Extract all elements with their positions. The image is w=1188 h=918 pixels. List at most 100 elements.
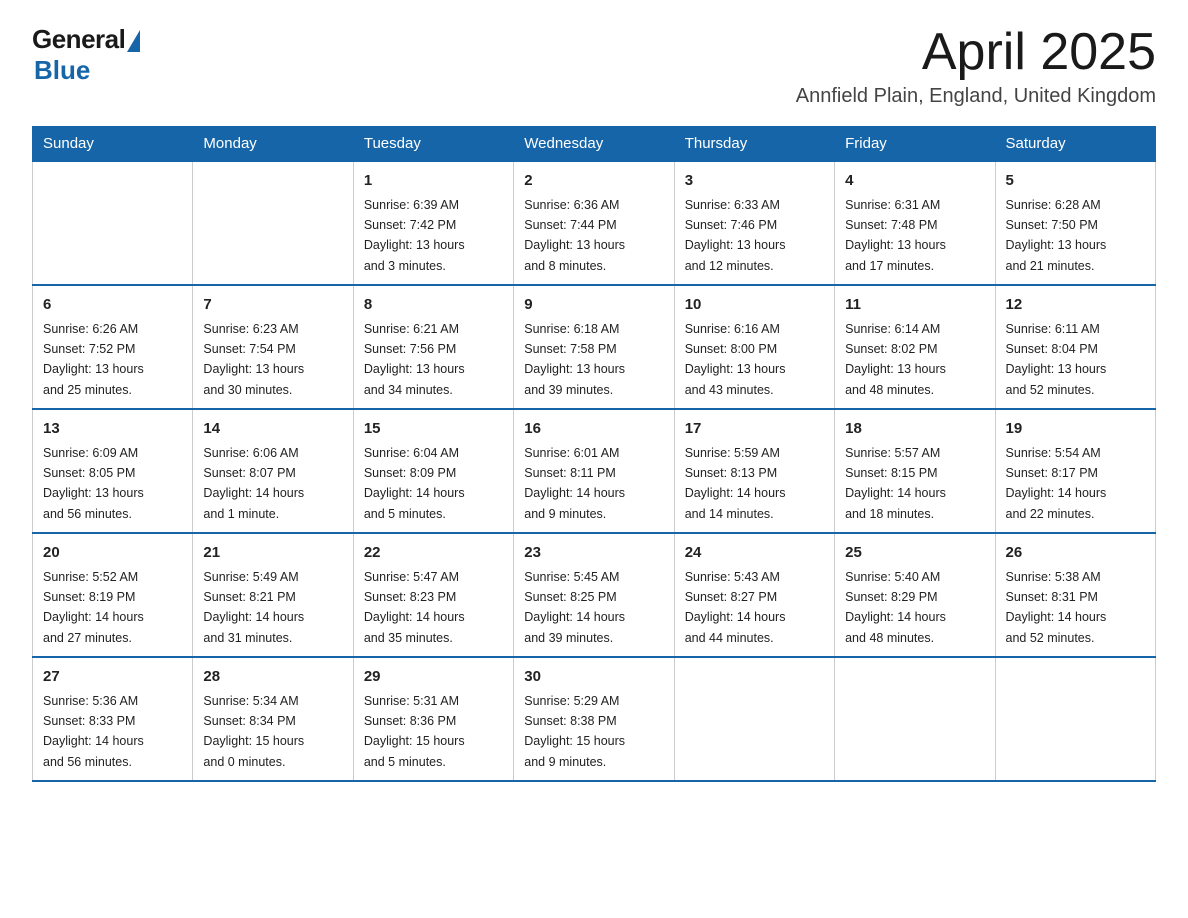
day-info: Sunrise: 6:01 AMSunset: 8:11 PMDaylight:…: [524, 446, 625, 521]
calendar-cell: 17Sunrise: 5:59 AMSunset: 8:13 PMDayligh…: [674, 409, 834, 533]
calendar-cell: 23 Sunrise: 5:45 AMSunset: 8:25 PMDayligh…: [514, 533, 674, 657]
day-info: Sunrise: 5:38 AMSunset: 8:31 PMDaylight:…: [1006, 570, 1107, 645]
calendar-cell: 22Sunrise: 5:47 AMSunset: 8:23 PMDayligh…: [353, 533, 513, 657]
calendar-cell: 8Sunrise: 6:21 AMSunset: 7:56 PMDaylight…: [353, 285, 513, 409]
calendar-cell: 16 Sunrise: 6:01 AMSunset: 8:11 PMDayligh…: [514, 409, 674, 533]
calendar-cell: 29 Sunrise: 5:31 AMSunset: 8:36 PMDayligh…: [353, 657, 513, 781]
day-info: Sunrise: 5:59 AMSunset: 8:13 PMDaylight:…: [685, 446, 786, 521]
calendar-header-friday: Friday: [835, 127, 995, 162]
page-title: April 2025: [796, 24, 1156, 81]
calendar-header-row: SundayMondayTuesdayWednesdayThursdayFrid…: [33, 127, 1156, 162]
day-info: Sunrise: 6:28 AMSunset: 7:50 PMDaylight:…: [1006, 198, 1107, 273]
day-number: 23: [524, 542, 663, 565]
day-info: Sunrise: 5:45 AMSunset: 8:25 PMDaylight:…: [524, 570, 625, 645]
calendar-cell: [33, 161, 193, 285]
calendar-cell: 3Sunrise: 6:33 AMSunset: 7:46 PMDaylight…: [674, 161, 834, 285]
day-number: 3: [685, 170, 824, 193]
day-info: Sunrise: 6:26 AMSunset: 7:52 PMDaylight:…: [43, 322, 144, 397]
day-number: 13: [43, 418, 182, 441]
calendar-week-row: 6Sunrise: 6:26 AMSunset: 7:52 PMDaylight…: [33, 285, 1156, 409]
calendar-cell: 4Sunrise: 6:31 AMSunset: 7:48 PMDaylight…: [835, 161, 995, 285]
calendar-header-sunday: Sunday: [33, 127, 193, 162]
calendar-cell: 1 Sunrise: 6:39 AMSunset: 7:42 PMDaylight…: [353, 161, 513, 285]
day-number: 29: [364, 666, 503, 689]
day-number: 16: [524, 418, 663, 441]
day-number: 30: [524, 666, 663, 689]
day-number: 12: [1006, 294, 1145, 317]
calendar-cell: 14Sunrise: 6:06 AMSunset: 8:07 PMDayligh…: [193, 409, 353, 533]
day-number: 24: [685, 542, 824, 565]
day-info: Sunrise: 5:29 AMSunset: 8:38 PMDaylight:…: [524, 694, 625, 769]
day-info: Sunrise: 6:14 AMSunset: 8:02 PMDaylight:…: [845, 322, 946, 397]
day-number: 2: [524, 170, 663, 193]
day-number: 27: [43, 666, 182, 689]
day-number: 11: [845, 294, 984, 317]
calendar-cell: 15Sunrise: 6:04 AMSunset: 8:09 PMDayligh…: [353, 409, 513, 533]
day-number: 9: [524, 294, 663, 317]
calendar-header-thursday: Thursday: [674, 127, 834, 162]
calendar-cell: 12 Sunrise: 6:11 AMSunset: 8:04 PMDayligh…: [995, 285, 1155, 409]
day-info: Sunrise: 5:47 AMSunset: 8:23 PMDaylight:…: [364, 570, 465, 645]
calendar-header-saturday: Saturday: [995, 127, 1155, 162]
day-number: 5: [1006, 170, 1145, 193]
calendar-cell: 30 Sunrise: 5:29 AMSunset: 8:38 PMDayligh…: [514, 657, 674, 781]
day-info: Sunrise: 6:11 AMSunset: 8:04 PMDaylight:…: [1006, 322, 1107, 397]
calendar-cell: 10 Sunrise: 6:16 AMSunset: 8:00 PMDayligh…: [674, 285, 834, 409]
logo: General Blue: [32, 24, 140, 86]
calendar-cell: 18 Sunrise: 5:57 AMSunset: 8:15 PMDayligh…: [835, 409, 995, 533]
day-info: Sunrise: 5:52 AMSunset: 8:19 PMDaylight:…: [43, 570, 144, 645]
calendar-table: SundayMondayTuesdayWednesdayThursdayFrid…: [32, 126, 1156, 782]
calendar-cell: 9 Sunrise: 6:18 AMSunset: 7:58 PMDaylight…: [514, 285, 674, 409]
logo-triangle-icon: [127, 30, 140, 52]
calendar-cell: 26 Sunrise: 5:38 AMSunset: 8:31 PMDayligh…: [995, 533, 1155, 657]
day-info: Sunrise: 5:49 AMSunset: 8:21 PMDaylight:…: [203, 570, 304, 645]
day-info: Sunrise: 6:16 AMSunset: 8:00 PMDaylight:…: [685, 322, 786, 397]
day-number: 26: [1006, 542, 1145, 565]
day-number: 25: [845, 542, 984, 565]
day-number: 21: [203, 542, 342, 565]
day-info: Sunrise: 6:18 AMSunset: 7:58 PMDaylight:…: [524, 322, 625, 397]
day-info: Sunrise: 6:39 AMSunset: 7:42 PMDaylight:…: [364, 198, 465, 273]
logo-blue-text: Blue: [34, 55, 90, 86]
calendar-cell: 13 Sunrise: 6:09 AMSunset: 8:05 PMDayligh…: [33, 409, 193, 533]
day-info: Sunrise: 6:21 AMSunset: 7:56 PMDaylight:…: [364, 322, 465, 397]
day-info: Sunrise: 5:54 AMSunset: 8:17 PMDaylight:…: [1006, 446, 1107, 521]
day-number: 7: [203, 294, 342, 317]
calendar-cell: 19 Sunrise: 5:54 AMSunset: 8:17 PMDayligh…: [995, 409, 1155, 533]
day-info: Sunrise: 6:36 AMSunset: 7:44 PMDaylight:…: [524, 198, 625, 273]
calendar-cell: 25Sunrise: 5:40 AMSunset: 8:29 PMDayligh…: [835, 533, 995, 657]
day-info: Sunrise: 5:31 AMSunset: 8:36 PMDaylight:…: [364, 694, 465, 769]
day-number: 15: [364, 418, 503, 441]
day-number: 1: [364, 170, 503, 193]
calendar-week-row: 13 Sunrise: 6:09 AMSunset: 8:05 PMDayligh…: [33, 409, 1156, 533]
day-info: Sunrise: 6:23 AMSunset: 7:54 PMDaylight:…: [203, 322, 304, 397]
calendar-header-monday: Monday: [193, 127, 353, 162]
calendar-cell: [193, 161, 353, 285]
day-info: Sunrise: 5:57 AMSunset: 8:15 PMDaylight:…: [845, 446, 946, 521]
day-number: 18: [845, 418, 984, 441]
calendar-week-row: 1 Sunrise: 6:39 AMSunset: 7:42 PMDaylight…: [33, 161, 1156, 285]
calendar-week-row: 27Sunrise: 5:36 AMSunset: 8:33 PMDayligh…: [33, 657, 1156, 781]
calendar-cell: 24Sunrise: 5:43 AMSunset: 8:27 PMDayligh…: [674, 533, 834, 657]
logo-general-text: General: [32, 24, 125, 55]
day-info: Sunrise: 6:31 AMSunset: 7:48 PMDaylight:…: [845, 198, 946, 273]
day-number: 10: [685, 294, 824, 317]
calendar-cell: 11 Sunrise: 6:14 AMSunset: 8:02 PMDayligh…: [835, 285, 995, 409]
calendar-week-row: 20 Sunrise: 5:52 AMSunset: 8:19 PMDayligh…: [33, 533, 1156, 657]
calendar-cell: 28Sunrise: 5:34 AMSunset: 8:34 PMDayligh…: [193, 657, 353, 781]
calendar-cell: [995, 657, 1155, 781]
calendar-header-wednesday: Wednesday: [514, 127, 674, 162]
calendar-cell: 7 Sunrise: 6:23 AMSunset: 7:54 PMDaylight…: [193, 285, 353, 409]
calendar-cell: 2 Sunrise: 6:36 AMSunset: 7:44 PMDaylight…: [514, 161, 674, 285]
title-block: April 2025 Annfield Plain, England, Unit…: [796, 24, 1156, 108]
day-number: 20: [43, 542, 182, 565]
calendar-cell: [674, 657, 834, 781]
calendar-header-tuesday: Tuesday: [353, 127, 513, 162]
day-info: Sunrise: 6:09 AMSunset: 8:05 PMDaylight:…: [43, 446, 144, 521]
page-header: General Blue April 2025 Annfield Plain, …: [32, 24, 1156, 108]
day-number: 28: [203, 666, 342, 689]
day-number: 19: [1006, 418, 1145, 441]
calendar-cell: [835, 657, 995, 781]
calendar-cell: 21 Sunrise: 5:49 AMSunset: 8:21 PMDayligh…: [193, 533, 353, 657]
calendar-cell: 27Sunrise: 5:36 AMSunset: 8:33 PMDayligh…: [33, 657, 193, 781]
